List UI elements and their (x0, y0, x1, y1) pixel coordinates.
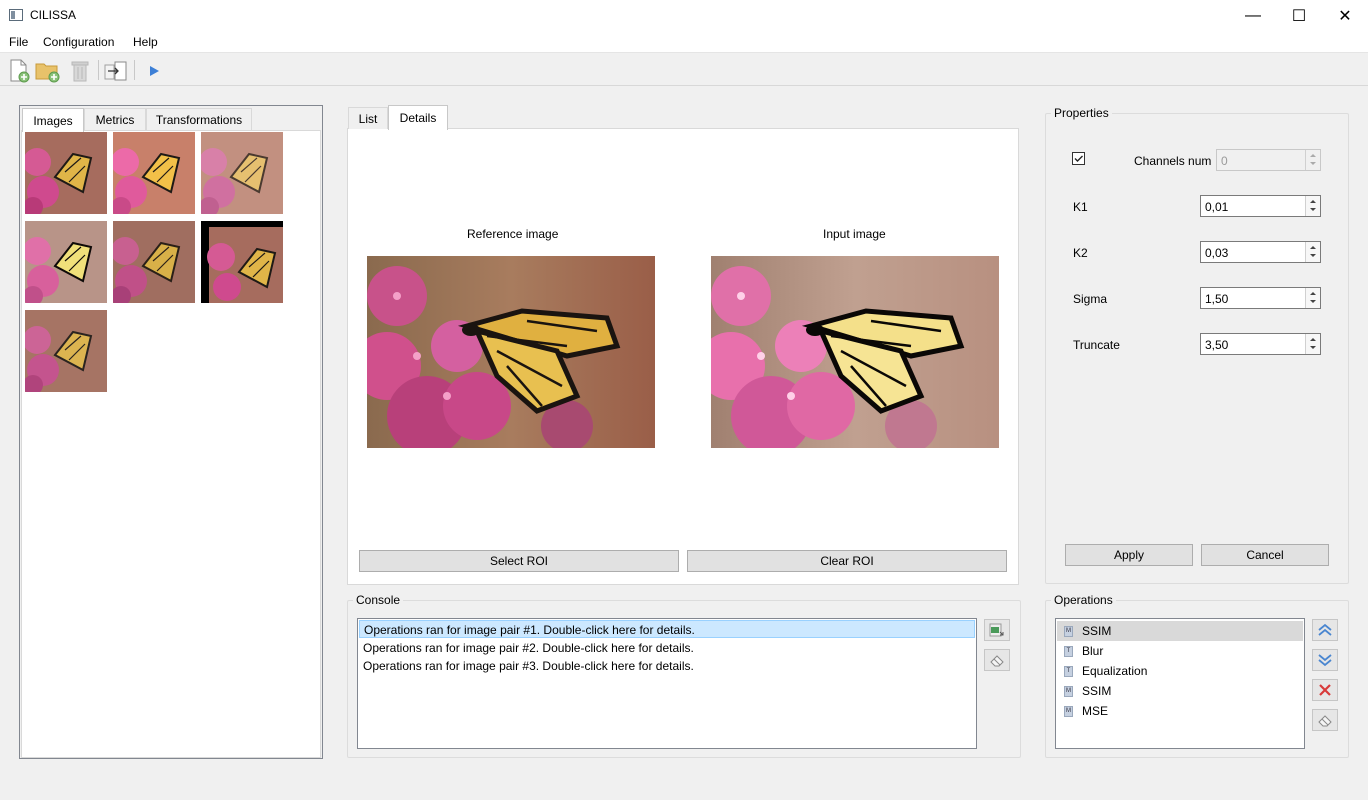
k2-spinbox[interactable]: 0,03 (1200, 241, 1321, 263)
console-list: Operations ran for image pair #1. Double… (357, 618, 977, 749)
image-thumbnail[interactable] (25, 221, 107, 303)
metric-icon: M (1064, 705, 1073, 717)
import-icon[interactable] (103, 58, 129, 84)
apply-button[interactable]: Apply (1065, 544, 1193, 566)
operation-item[interactable]: M MSE (1057, 701, 1303, 721)
minimize-button[interactable]: — (1230, 0, 1276, 31)
k1-value: 0,01 (1205, 200, 1229, 214)
console-title: Console (353, 593, 404, 607)
truncate-spinbox[interactable]: 3,50 (1200, 333, 1321, 355)
maximize-button[interactable]: ☐ (1276, 0, 1322, 31)
image-thumbnail[interactable] (25, 310, 107, 392)
eraser-icon[interactable] (1312, 709, 1338, 731)
operation-item[interactable]: T Blur (1057, 641, 1303, 661)
input-image-label: Input image (823, 227, 886, 241)
image-thumbnail[interactable] (113, 132, 195, 214)
properties-title: Properties (1051, 106, 1112, 120)
operation-item[interactable]: M SSIM (1057, 621, 1303, 641)
toolbar-separator (134, 60, 135, 80)
image-thumbnail[interactable] (113, 221, 195, 303)
console-line[interactable]: Operations ran for image pair #1. Double… (359, 620, 975, 638)
close-button[interactable]: ✕ (1322, 0, 1368, 31)
tab-images[interactable]: Images (22, 108, 84, 132)
sigma-label: Sigma (1073, 292, 1108, 306)
transformation-icon: T (1064, 665, 1073, 677)
image-thumbnail[interactable] (201, 221, 283, 303)
move-down-icon[interactable] (1312, 649, 1338, 671)
operation-label: SSIM (1082, 684, 1112, 698)
channels-checkbox[interactable] (1072, 152, 1085, 165)
app-icon (9, 9, 23, 21)
operation-label: SSIM (1082, 624, 1112, 638)
operations-title: Operations (1051, 593, 1116, 607)
open-folder-icon[interactable] (35, 58, 61, 84)
toolbar-separator (98, 60, 99, 80)
delete-icon[interactable] (67, 58, 93, 84)
sigma-value: 1,50 (1205, 292, 1229, 306)
tab-transformations[interactable]: Transformations (146, 108, 252, 130)
clear-roi-button[interactable]: Clear ROI (687, 550, 1007, 572)
metric-icon: M (1064, 625, 1073, 637)
export-excel-icon[interactable] (984, 619, 1010, 641)
remove-icon[interactable] (1312, 679, 1338, 701)
truncate-label: Truncate (1073, 338, 1120, 352)
tab-list[interactable]: List (348, 107, 388, 129)
tab-metrics[interactable]: Metrics (84, 108, 146, 130)
console-line[interactable]: Operations ran for image pair #2. Double… (359, 639, 975, 657)
console-line[interactable]: Operations ran for image pair #3. Double… (359, 657, 975, 675)
channels-spinbox[interactable]: 0 (1216, 149, 1321, 171)
channels-value: 0 (1221, 154, 1228, 168)
menu-configuration[interactable]: Configuration (43, 35, 114, 49)
cancel-button[interactable]: Cancel (1201, 544, 1329, 566)
select-roi-button[interactable]: Select ROI (359, 550, 679, 572)
operation-item[interactable]: M SSIM (1057, 681, 1303, 701)
image-thumbnail[interactable] (25, 132, 107, 214)
reference-image[interactable] (367, 256, 655, 448)
title-bar: CILISSA — ☐ ✕ (0, 0, 1368, 31)
k2-value: 0,03 (1205, 246, 1229, 260)
menu-bar: File Configuration Help (0, 31, 1368, 53)
operation-label: Equalization (1082, 664, 1148, 678)
input-image[interactable] (711, 256, 999, 448)
sigma-spinbox[interactable]: 1,50 (1200, 287, 1321, 309)
menu-file[interactable]: File (9, 35, 28, 49)
k2-label: K2 (1073, 246, 1088, 260)
transformation-icon: T (1064, 645, 1073, 657)
k1-spinbox[interactable]: 0,01 (1200, 195, 1321, 217)
image-thumbnail[interactable] (201, 132, 283, 214)
truncate-value: 3,50 (1205, 338, 1229, 352)
channels-label: Channels num (1134, 154, 1212, 168)
move-up-icon[interactable] (1312, 619, 1338, 641)
new-file-icon[interactable] (6, 58, 32, 84)
operation-label: MSE (1082, 704, 1109, 718)
tab-details[interactable]: Details (388, 105, 448, 130)
toolbar (0, 54, 1368, 86)
window-title: CILISSA (30, 8, 77, 22)
menu-help[interactable]: Help (133, 35, 158, 49)
run-icon[interactable] (141, 58, 167, 84)
metric-icon: M (1064, 685, 1073, 697)
operations-list: M SSIM T Blur T Equalization M SSIM M MSE (1055, 618, 1305, 749)
operation-item[interactable]: T Equalization (1057, 661, 1303, 681)
operation-label: Blur (1082, 644, 1104, 658)
reference-image-label: Reference image (467, 227, 559, 241)
eraser-icon[interactable] (984, 649, 1010, 671)
k1-label: K1 (1073, 200, 1088, 214)
